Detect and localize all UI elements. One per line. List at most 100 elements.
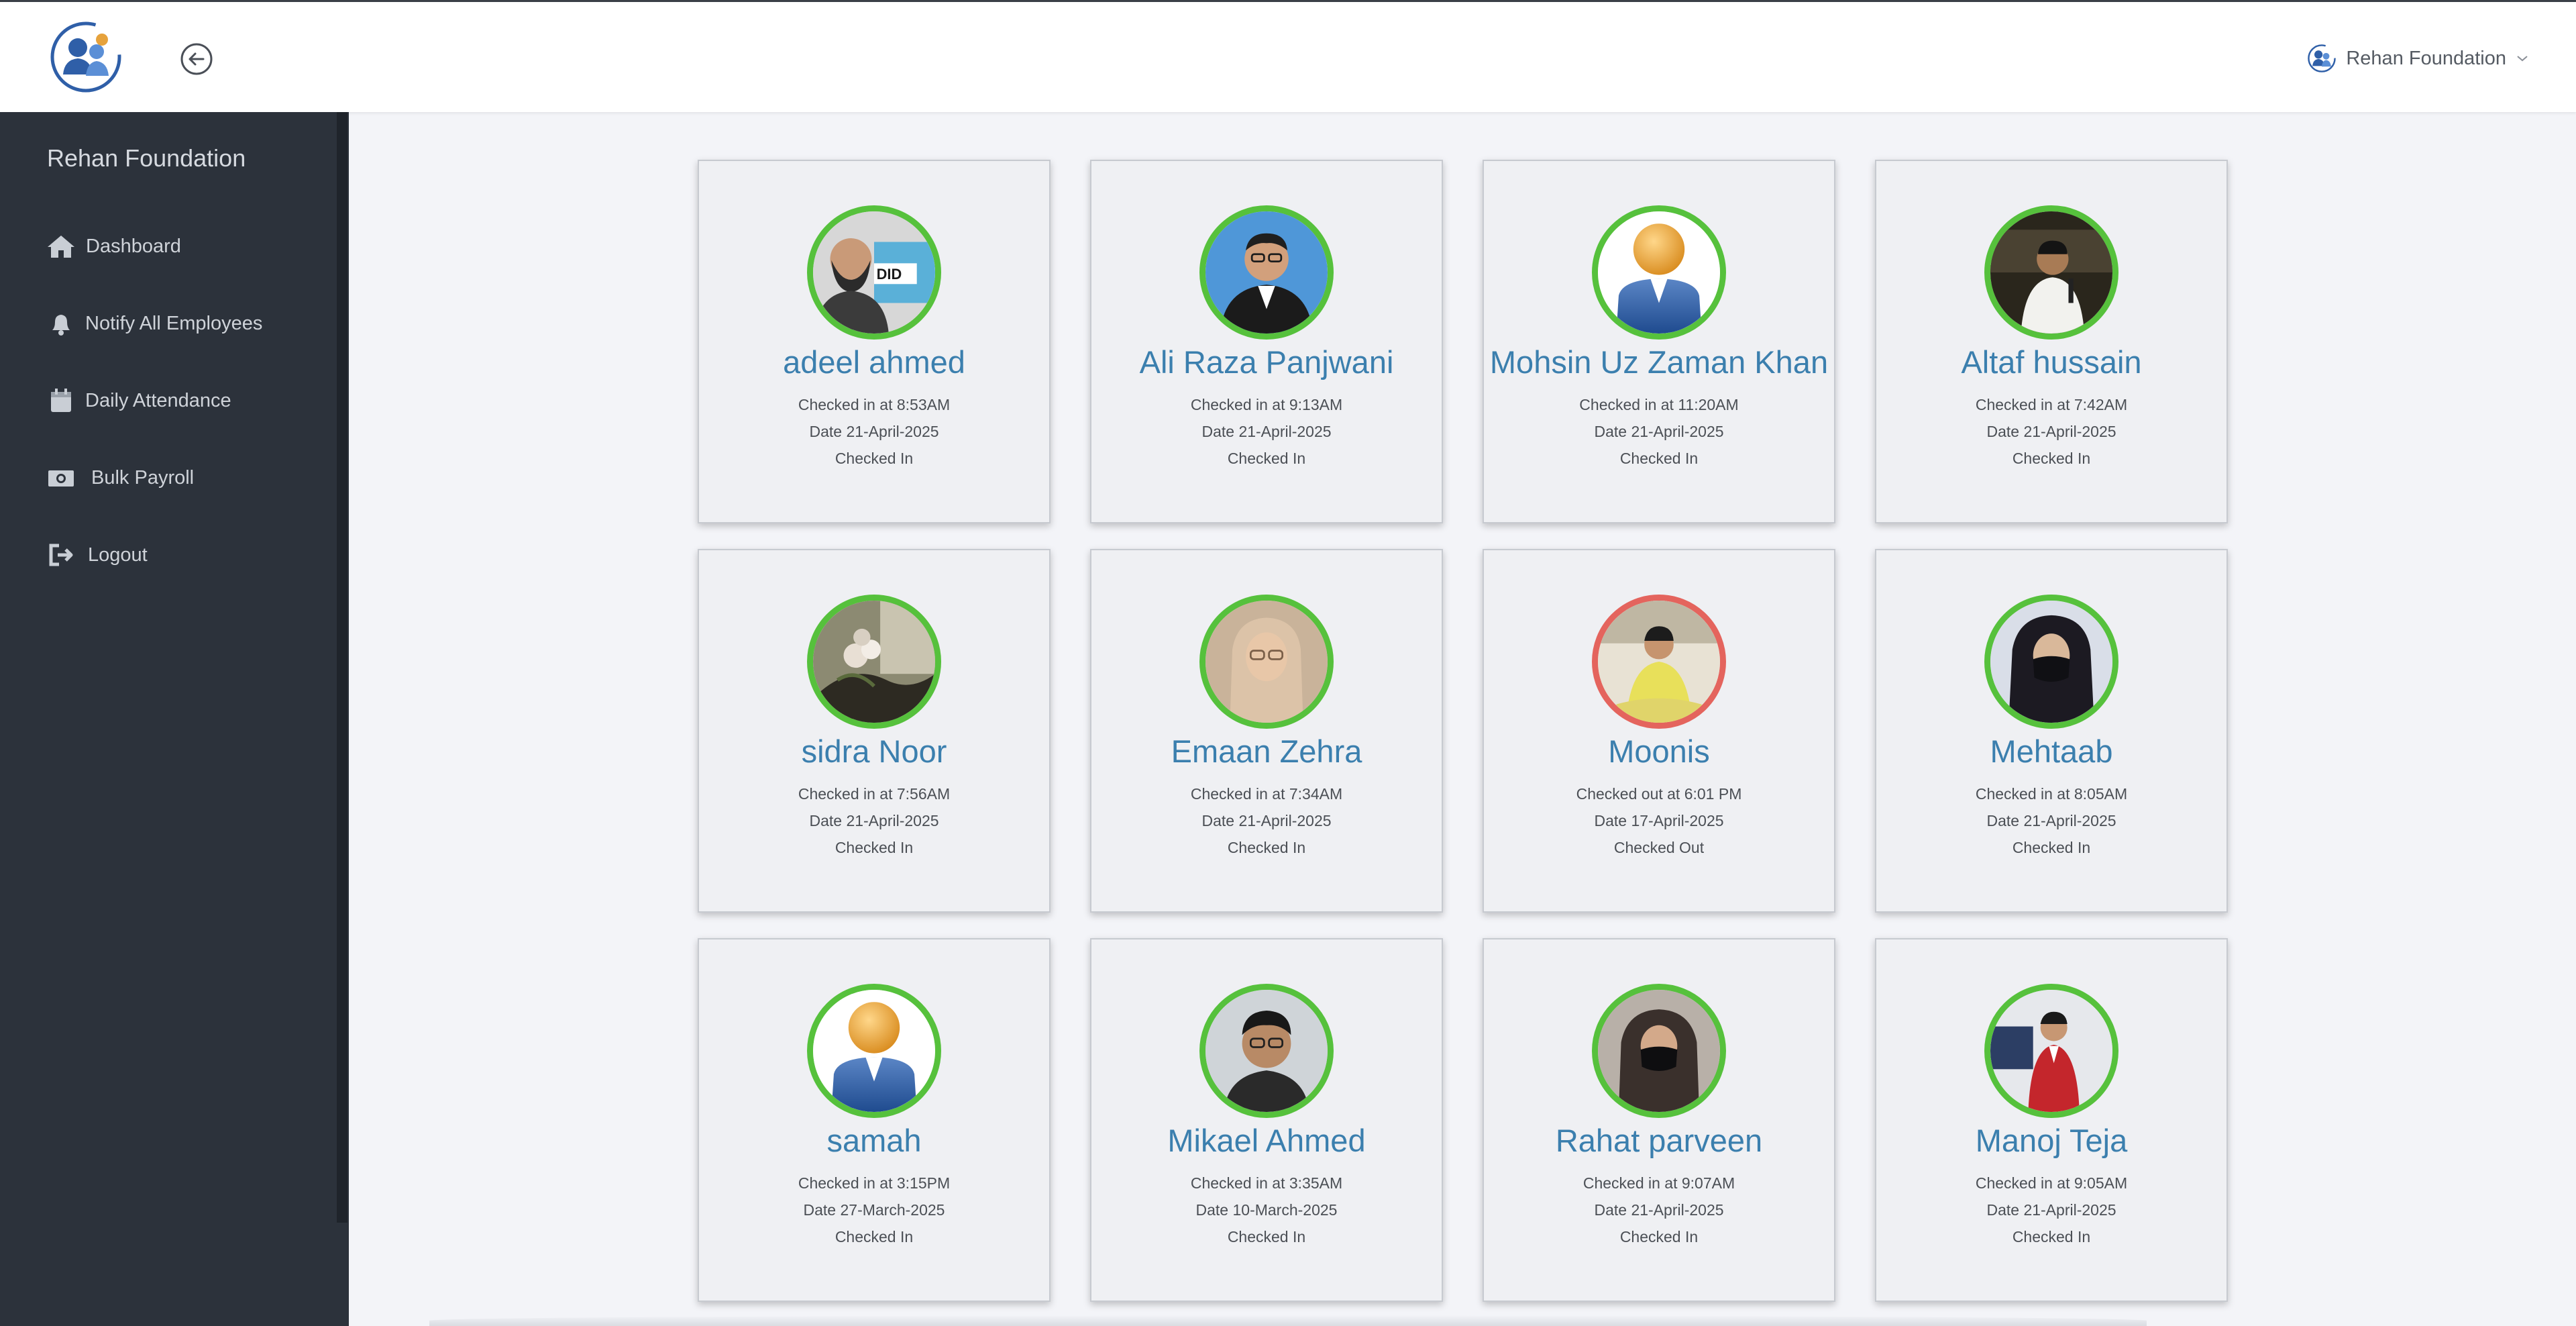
sidebar-item-label: Logout <box>88 544 148 566</box>
check-date: Date 21-April-2025 <box>809 423 939 440</box>
check-date: Date 21-April-2025 <box>1201 423 1332 440</box>
employee-card[interactable]: Moonis Checked out at 6:01 PM Date 17-Ap… <box>1483 549 1835 913</box>
sidebar-item-dashboard[interactable]: Dashboard <box>0 219 335 273</box>
employee-card[interactable]: Ali Raza Panjwani Checked in at 9:13AM D… <box>1090 160 1443 523</box>
check-date: Date 21-April-2025 <box>809 812 939 829</box>
check-date: Date 21-April-2025 <box>1986 423 2116 440</box>
employee-avatar <box>1199 984 1334 1118</box>
employee-name: Mehtaab <box>1990 733 2113 769</box>
employee-name: Moonis <box>1608 733 1710 769</box>
check-time: Checked in at 8:05AM <box>1975 785 2128 803</box>
organization-menu[interactable]: Rehan Foundation <box>2307 44 2529 73</box>
svg-text:DID: DID <box>877 266 902 283</box>
home-icon <box>48 236 74 258</box>
attendance-status: Checked In <box>2012 450 2091 467</box>
employee-avatar <box>1199 595 1334 729</box>
attendance-status: Checked In <box>1227 450 1306 467</box>
check-date: Date 21-April-2025 <box>1594 423 1724 440</box>
check-date: Date 27-March-2025 <box>803 1201 945 1219</box>
check-time: Checked in at 7:34AM <box>1190 785 1343 803</box>
employee-avatar <box>1984 595 2118 729</box>
employee-avatar <box>807 595 941 729</box>
arrow-left-circle-icon[interactable] <box>180 42 213 76</box>
sidebar-item-daily-attendance[interactable]: Daily Attendance <box>0 374 335 427</box>
employee-card[interactable]: Manoj Teja Checked in at 9:05AM Date 21-… <box>1875 938 2228 1302</box>
bell-icon <box>52 315 70 336</box>
employee-name: Altaf hussain <box>1961 344 2142 380</box>
team-people-icon <box>2308 44 2337 72</box>
employee-card[interactable]: Emaan Zehra Checked in at 7:34AM Date 21… <box>1090 549 1443 913</box>
employee-name: Mikael Ahmed <box>1167 1123 1366 1158</box>
sidebar-scrollbar[interactable] <box>337 112 347 1223</box>
check-time: Checked in at 9:13AM <box>1190 396 1343 413</box>
employee-avatar <box>1592 595 1726 729</box>
check-time: Checked in at 3:35AM <box>1190 1174 1343 1192</box>
employee-avatar <box>1199 205 1334 340</box>
check-date: Date 21-April-2025 <box>1986 1201 2116 1219</box>
sidebar-item-notify-all-employees[interactable]: Notify All Employees <box>0 297 335 350</box>
default-avatar-icon <box>807 984 941 1118</box>
default-avatar-icon <box>1592 205 1726 340</box>
calendar-icon <box>51 389 71 412</box>
check-date: Date 10-March-2025 <box>1195 1201 1338 1219</box>
check-date: Date 21-April-2025 <box>1201 812 1332 829</box>
attendance-status: Checked In <box>835 839 914 856</box>
sidebar-item-label: Notify All Employees <box>85 312 263 334</box>
attendance-status: Checked In <box>2012 1228 2091 1245</box>
employee-card[interactable]: Altaf hussain Checked in at 7:42AM Date … <box>1875 160 2228 523</box>
card-row-shadow <box>429 1315 2147 1326</box>
employee-name: Mohsin Uz Zaman Khan <box>1489 344 1829 380</box>
top-bar: Rehan Foundation <box>0 0 2576 112</box>
logout-icon <box>49 544 73 566</box>
employee-name: sidra Noor <box>801 733 947 769</box>
employee-card[interactable]: samah Checked in at 3:15PM Date 27-March… <box>698 938 1051 1302</box>
check-time: Checked in at 11:20AM <box>1579 396 1739 413</box>
attendance-status: Checked In <box>1619 450 1699 467</box>
sidebar-item-label: Dashboard <box>86 235 181 257</box>
attendance-status: Checked Out <box>1613 839 1705 856</box>
sidebar-item-label: Daily Attendance <box>85 389 231 411</box>
employee-name: Ali Raza Panjwani <box>1139 344 1394 380</box>
chevron-down-icon <box>2517 56 2528 62</box>
employee-name: adeel ahmed <box>783 344 965 380</box>
check-time: Checked in at 8:53AM <box>798 396 951 413</box>
attendance-status: Checked In <box>1619 1228 1699 1245</box>
sidebar-title: Rehan Foundation <box>47 144 246 172</box>
sidebar-item-bulk-payroll[interactable]: Bulk Payroll <box>0 451 335 505</box>
sidebar-item-label: Bulk Payroll <box>91 466 195 489</box>
check-time: Checked in at 3:15PM <box>798 1174 951 1192</box>
check-date: Date 21-April-2025 <box>1594 1201 1724 1219</box>
check-time: Checked out at 6:01 PM <box>1576 785 1742 803</box>
attendance-status: Checked In <box>1227 1228 1306 1245</box>
check-time: Checked in at 9:05AM <box>1975 1174 2128 1192</box>
check-date: Date 17-April-2025 <box>1594 812 1724 829</box>
employee-grid <box>349 112 2576 1326</box>
team-people-icon[interactable] <box>50 21 122 93</box>
employee-name: Emaan Zehra <box>1171 733 1362 769</box>
employee-avatar: DID <box>807 205 941 340</box>
check-date: Date 21-April-2025 <box>1986 812 2116 829</box>
employee-avatar <box>1984 984 2118 1118</box>
employee-avatar <box>1984 205 2118 340</box>
check-time: Checked in at 7:42AM <box>1975 396 2128 413</box>
employee-card[interactable]: Mohsin Uz Zaman Khan Checked in at 11:20… <box>1483 160 1835 523</box>
sidebar-item-logout[interactable]: Logout <box>0 528 335 582</box>
employee-card[interactable]: Mehtaab Checked in at 8:05AM Date 21-Apr… <box>1875 549 2228 913</box>
attendance-status: Checked In <box>835 450 914 467</box>
check-time: Checked in at 9:07AM <box>1582 1174 1735 1192</box>
employee-name: samah <box>826 1123 922 1158</box>
employee-card[interactable]: DID adeel ahmed Checked in at 8:53AM Dat… <box>698 160 1051 523</box>
employee-name: Rahat parveen <box>1555 1123 1763 1158</box>
employee-card[interactable]: Rahat parveen Checked in at 9:07AM Date … <box>1483 938 1835 1302</box>
attendance-status: Checked In <box>1227 839 1306 856</box>
attendance-status: Checked In <box>2012 839 2091 856</box>
employee-card[interactable]: sidra Noor Checked in at 7:56AM Date 21-… <box>698 549 1051 913</box>
organization-name: Rehan Foundation <box>2346 47 2506 69</box>
employee-avatar <box>1592 984 1726 1118</box>
money-icon <box>48 470 74 487</box>
attendance-status: Checked In <box>835 1228 914 1245</box>
sidebar: Rehan Foundation Dashboard Notify All Em… <box>0 112 349 1326</box>
employee-name: Manoj Teja <box>1975 1123 2128 1158</box>
employee-card[interactable]: Mikael Ahmed Checked in at 3:35AM Date 1… <box>1090 938 1443 1302</box>
check-time: Checked in at 7:56AM <box>798 785 951 803</box>
